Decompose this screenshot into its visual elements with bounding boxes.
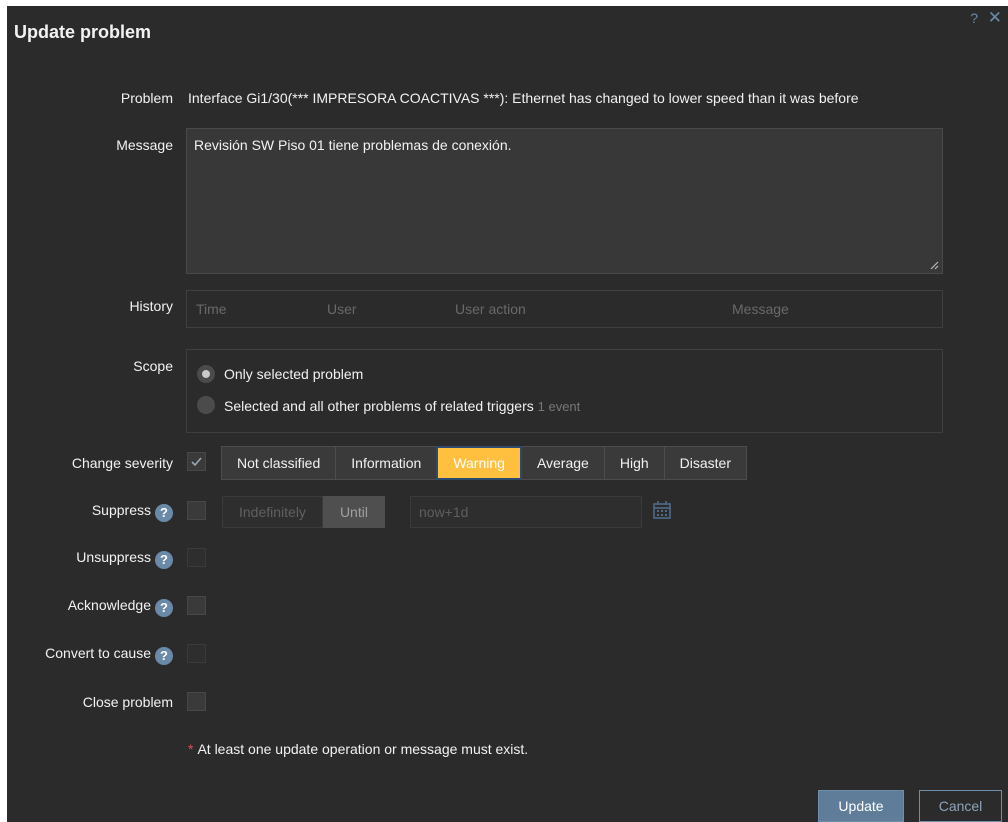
- suppress-mode-indefinitely[interactable]: Indefinitely: [222, 496, 323, 528]
- acknowledge-help-icon[interactable]: ?: [155, 599, 173, 617]
- history-col-message: Message: [732, 301, 789, 317]
- scope-label: Scope: [133, 358, 173, 374]
- message-label: Message: [116, 137, 173, 153]
- acknowledge-label: Acknowledge?: [68, 597, 173, 617]
- change-severity-label: Change severity: [71, 455, 173, 471]
- change-severity-checkbox[interactable]: [187, 452, 206, 471]
- convert-to-cause-checkbox[interactable]: [187, 644, 206, 663]
- unsuppress-help-icon[interactable]: ?: [155, 551, 173, 569]
- severity-button-group: Not classified Information Warning Avera…: [221, 446, 747, 480]
- close-problem-checkbox[interactable]: [187, 692, 206, 711]
- problem-text: Interface Gi1/30(*** IMPRESORA COACTIVAS…: [188, 90, 859, 106]
- update-problem-dialog: Update problem ? ✕ Problem Interface Gi1…: [7, 6, 1008, 822]
- convert-to-cause-help-icon[interactable]: ?: [155, 647, 173, 665]
- problem-label: Problem: [120, 90, 173, 106]
- required-note-text: At least one update operation or message…: [197, 741, 529, 757]
- severity-high[interactable]: High: [603, 446, 665, 480]
- scope-group: Only selected problem Selected and all o…: [186, 349, 943, 433]
- acknowledge-label-text: Acknowledge: [67, 597, 151, 613]
- convert-to-cause-label: Convert to cause?: [45, 645, 173, 665]
- close-problem-label: Close problem: [82, 694, 173, 710]
- scope-radio-all-related[interactable]: [197, 396, 215, 414]
- suppress-until-input[interactable]: now+1d: [410, 496, 642, 528]
- severity-disaster[interactable]: Disaster: [663, 446, 747, 480]
- update-button[interactable]: Update: [818, 790, 904, 822]
- unsuppress-label: Unsuppress?: [76, 549, 173, 569]
- history-col-time: Time: [196, 301, 227, 317]
- suppress-help-icon[interactable]: ?: [155, 504, 173, 522]
- suppress-mode-until[interactable]: Until: [322, 496, 385, 528]
- message-text: Revisión SW Piso 01 tiene problemas de c…: [194, 137, 512, 153]
- resize-grip-icon[interactable]: [929, 260, 939, 270]
- message-textarea[interactable]: Revisión SW Piso 01 tiene problemas de c…: [186, 128, 943, 274]
- unsuppress-label-text: Unsuppress: [76, 549, 151, 565]
- scope-option-only-selected[interactable]: Only selected problem: [224, 366, 363, 382]
- severity-warning[interactable]: Warning: [436, 446, 522, 480]
- severity-average[interactable]: Average: [520, 446, 605, 480]
- suppress-label: Suppress?: [92, 502, 173, 522]
- event-count: 1 event: [537, 399, 581, 414]
- suppress-mode-group: Indefinitely Until: [222, 496, 385, 528]
- history-table: Time User User action Message: [186, 290, 943, 328]
- history-label: History: [129, 298, 173, 314]
- checkmark-icon: [191, 457, 202, 467]
- suppress-label-text: Suppress: [91, 502, 151, 518]
- history-col-user-action: User action: [455, 301, 526, 317]
- calendar-icon[interactable]: [651, 499, 673, 521]
- dialog-title: Update problem: [14, 22, 152, 42]
- history-col-user: User: [327, 301, 357, 317]
- cancel-button[interactable]: Cancel: [919, 790, 1002, 822]
- help-icon[interactable]: ?: [970, 10, 978, 26]
- required-note: * At least one update operation or messag…: [188, 741, 528, 757]
- severity-information[interactable]: Information: [335, 446, 438, 480]
- severity-not-classified[interactable]: Not classified: [221, 446, 337, 480]
- convert-to-cause-label-text: Convert to cause: [45, 645, 151, 661]
- scope-option-all-related[interactable]: Selected and all other problems of relat…: [224, 398, 580, 414]
- unsuppress-checkbox[interactable]: [187, 548, 206, 567]
- acknowledge-checkbox[interactable]: [187, 596, 206, 615]
- scope-option-all-related-label: Selected and all other problems of relat…: [224, 398, 534, 414]
- close-icon[interactable]: ✕: [988, 8, 1002, 28]
- scope-radio-only-selected[interactable]: [197, 365, 215, 383]
- suppress-checkbox[interactable]: [187, 501, 206, 520]
- required-asterisk: *: [188, 741, 194, 757]
